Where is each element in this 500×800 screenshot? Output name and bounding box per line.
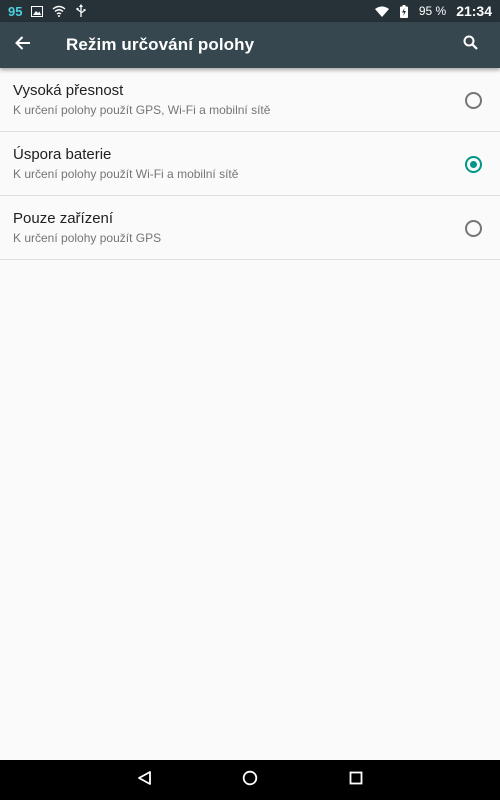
- item-subtitle: K určení polohy použít Wi-Fi a mobilní s…: [13, 167, 239, 181]
- notification-count: 95: [8, 3, 23, 19]
- radio-battery-saving[interactable]: [465, 156, 482, 173]
- radio-selected-dot: [470, 161, 477, 168]
- location-mode-list: Vysoká přesnost K určení polohy použít G…: [0, 68, 500, 260]
- app-bar: Režim určování polohy: [0, 22, 500, 68]
- usb-icon: [74, 4, 88, 18]
- recents-square-icon: [349, 771, 363, 790]
- clock: 21:34: [456, 3, 492, 19]
- wifi-signal-icon: [374, 4, 389, 18]
- search-button[interactable]: [448, 22, 492, 68]
- status-bar: 95 95 % 21:34: [0, 0, 500, 22]
- search-icon: [463, 35, 478, 55]
- wifi-icon: [52, 4, 66, 18]
- arrow-left-icon: [15, 35, 31, 55]
- status-left: 95: [8, 4, 88, 19]
- image-icon: [30, 4, 44, 18]
- back-triangle-icon: [137, 770, 153, 791]
- item-subtitle: K určení polohy použít GPS, Wi-Fi a mobi…: [13, 103, 271, 117]
- battery-percent: 95 %: [418, 4, 447, 18]
- list-item-high-accuracy[interactable]: Vysoká přesnost K určení polohy použít G…: [0, 68, 500, 132]
- item-title: Pouze zařízení: [13, 210, 114, 227]
- item-title: Úspora baterie: [13, 146, 112, 163]
- status-right: 95 % 21:34: [374, 3, 492, 19]
- list-item-battery-saving[interactable]: Úspora baterie K určení polohy použít Wi…: [0, 132, 500, 196]
- battery-charging-icon: [397, 4, 411, 18]
- nav-back-button[interactable]: [121, 760, 169, 800]
- home-circle-icon: [242, 770, 258, 791]
- radio-high-accuracy[interactable]: [465, 92, 482, 109]
- nav-recents-button[interactable]: [332, 760, 380, 800]
- page-title: Režim určování polohy: [66, 35, 255, 54]
- navigation-bar: [0, 760, 500, 800]
- radio-device-only[interactable]: [465, 220, 482, 237]
- item-subtitle: K určení polohy použít GPS: [13, 231, 162, 245]
- list-item-device-only[interactable]: Pouze zařízení K určení polohy použít GP…: [0, 196, 500, 260]
- nav-home-button[interactable]: [226, 760, 274, 800]
- item-title: Vysoká přesnost: [13, 82, 124, 99]
- back-button[interactable]: [0, 22, 46, 68]
